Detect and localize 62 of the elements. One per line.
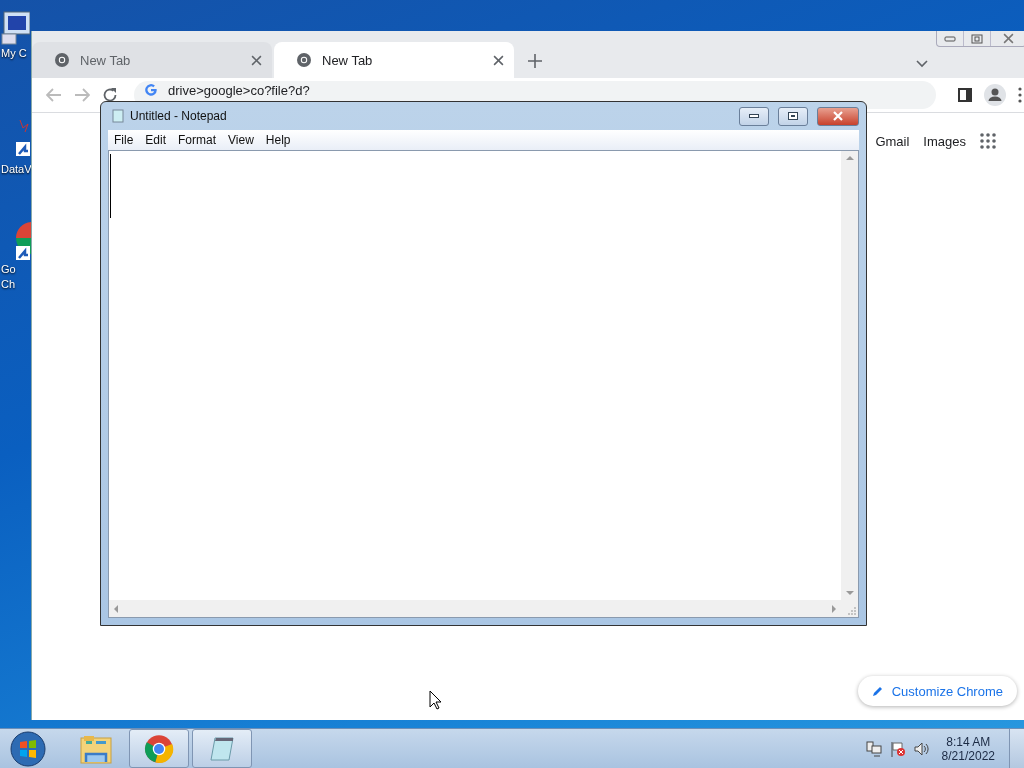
close-button[interactable] bbox=[817, 106, 859, 126]
clock[interactable]: 8:14 AM 8/21/2022 bbox=[941, 734, 995, 763]
vertical-scrollbar[interactable] bbox=[841, 151, 858, 600]
browser-tab[interactable]: New Tab bbox=[32, 42, 272, 78]
icon-label: DataV bbox=[0, 162, 32, 177]
side-panel-icon[interactable] bbox=[958, 88, 972, 102]
menu-item[interactable]: Edit bbox=[141, 133, 171, 147]
icon-label: Ch bbox=[0, 277, 16, 292]
close-icon[interactable] bbox=[493, 54, 504, 66]
apps-grid-icon[interactable] bbox=[980, 133, 996, 149]
speaker-icon[interactable] bbox=[913, 740, 930, 757]
folder-icon[interactable] bbox=[80, 733, 112, 764]
address-text: drive>google>co?file?d? bbox=[168, 83, 310, 98]
minimize-icon[interactable] bbox=[944, 35, 956, 42]
google-icon bbox=[144, 83, 158, 97]
taskbar-button[interactable] bbox=[129, 729, 189, 768]
chevron-down-icon[interactable] bbox=[916, 60, 928, 68]
reload-icon[interactable] bbox=[102, 87, 118, 103]
chrome-icon bbox=[144, 733, 174, 764]
restore-icon[interactable] bbox=[971, 33, 983, 44]
customize-chrome-button[interactable]: Customize Chrome bbox=[857, 676, 1017, 706]
chrome-icon bbox=[296, 52, 312, 68]
maximize-icon bbox=[788, 112, 798, 120]
maximize-button[interactable] bbox=[778, 106, 808, 126]
close-icon[interactable] bbox=[1002, 33, 1014, 44]
chrome-icon bbox=[54, 52, 70, 68]
computer-icon[interactable] bbox=[0, 10, 30, 46]
menu-item[interactable]: View bbox=[224, 133, 258, 147]
time-text: 8:14 AM bbox=[946, 734, 991, 749]
profile-icon[interactable] bbox=[984, 84, 1006, 106]
close-icon bbox=[832, 111, 844, 121]
horizontal-scrollbar[interactable] bbox=[109, 600, 841, 617]
header-link[interactable]: Images bbox=[923, 133, 966, 149]
header-link[interactable]: Gmail bbox=[875, 133, 910, 149]
pencil-icon bbox=[871, 685, 884, 697]
icon-label: Go bbox=[0, 262, 16, 277]
plus-icon[interactable] bbox=[528, 54, 542, 68]
show-desktop-button[interactable] bbox=[1009, 729, 1024, 768]
scroll-down-icon[interactable] bbox=[845, 591, 854, 596]
icon-label: My C bbox=[0, 46, 27, 61]
minimize-button[interactable] bbox=[739, 106, 769, 126]
flag-icon[interactable] bbox=[889, 740, 906, 757]
tab-title: New Tab bbox=[80, 52, 132, 68]
minimize-icon bbox=[749, 114, 759, 118]
close-icon[interactable] bbox=[251, 54, 262, 66]
more-icon[interactable] bbox=[1018, 87, 1022, 103]
date-text: 8/21/2022 bbox=[941, 748, 995, 763]
menu-item[interactable]: File bbox=[110, 133, 138, 147]
network-icon[interactable] bbox=[865, 740, 882, 757]
scroll-left-icon[interactable] bbox=[113, 604, 118, 613]
mouse-cursor-icon bbox=[429, 690, 443, 710]
taskbar-button[interactable] bbox=[192, 729, 252, 768]
start-orb-icon[interactable] bbox=[10, 730, 46, 767]
scroll-right-icon[interactable] bbox=[832, 604, 837, 613]
browser-tab[interactable]: New Tab bbox=[274, 42, 514, 78]
menu-item[interactable]: Format bbox=[174, 133, 221, 147]
tab-title: New Tab bbox=[322, 52, 374, 68]
scroll-up-icon[interactable] bbox=[845, 155, 854, 160]
menu-item[interactable]: Help bbox=[261, 133, 295, 147]
notepad-icon bbox=[112, 109, 124, 123]
window-title: Untitled - Notepad bbox=[130, 109, 228, 123]
grip-dots-icon bbox=[848, 607, 856, 615]
